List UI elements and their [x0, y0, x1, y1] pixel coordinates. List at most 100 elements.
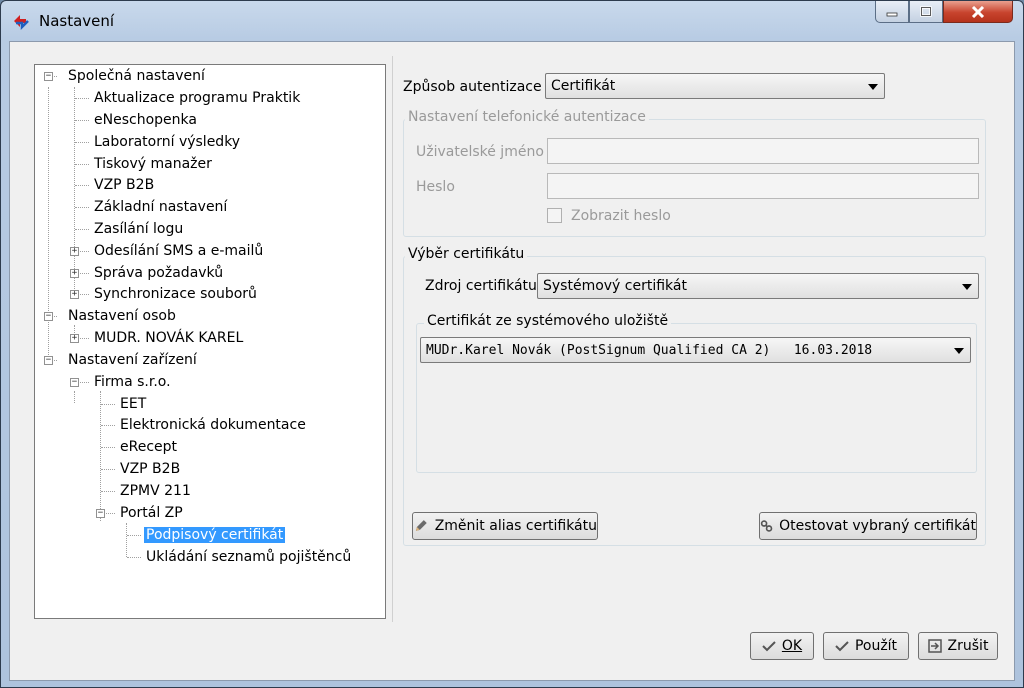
chevron-down-icon [868, 84, 878, 90]
tree-item-label: Aktualizace programu Praktik [94, 90, 301, 106]
username-label: Uživatelské jméno [416, 144, 544, 160]
phone-auth-group-title: Nastavení telefonické autentizace [405, 109, 649, 125]
tree-item-label: eNeschopenka [94, 112, 197, 128]
tree-item-vzp-b2b-device[interactable]: VZP B2B [120, 459, 180, 479]
settings-tree[interactable]: − + + + − + − − − Společná nastavení Akt… [34, 64, 386, 619]
tree-item-eneschopenka[interactable]: eNeschopenka [94, 110, 197, 130]
settings-window: Nastavení − + + + − + − − − Společná nas… [0, 0, 1024, 688]
change-alias-label: Změnit alias certifikátu [434, 518, 597, 534]
change-alias-button[interactable]: Změnit alias certifikátu [412, 512, 598, 540]
window-title: Nastavení [39, 12, 115, 30]
tree-item-label: Tiskový manažer [94, 156, 212, 172]
cancel-button[interactable]: Zrušit [918, 632, 998, 660]
chevron-down-icon [954, 348, 964, 354]
expand-icon[interactable]: + [70, 334, 79, 343]
tree-item-label: Synchronizace souborů [94, 286, 257, 302]
tree-item-nastaveni-osob[interactable]: Nastavení osob [68, 306, 176, 326]
tree-item-eet[interactable]: EET [120, 394, 146, 414]
collapse-icon[interactable]: − [44, 312, 53, 321]
checkmark-icon [835, 641, 849, 652]
tree-item-zasilani-logu[interactable]: Zasílání logu [94, 219, 183, 239]
expand-icon[interactable]: + [70, 290, 79, 299]
apply-label: Použít [854, 638, 898, 654]
title-bar[interactable]: Nastavení [1, 1, 1023, 41]
certificate-icon [760, 520, 773, 532]
tree-item-label: VZP B2B [120, 461, 181, 477]
close-button[interactable] [943, 1, 1013, 23]
auth-method-select[interactable]: Certifikát [545, 73, 885, 99]
tree-item-label: MUDR. NOVÁK KAREL [94, 330, 244, 346]
expand-icon[interactable]: + [70, 247, 79, 256]
tree-item-label: Firma s.r.o. [94, 374, 171, 390]
expand-icon[interactable]: + [70, 269, 79, 278]
tree-item-spolecna-nastaveni[interactable]: Společná nastavení [68, 66, 205, 86]
cancel-label: Zrušit [947, 638, 989, 654]
certificate-settings-panel: Způsob autentizace Certifikát Nastavení … [392, 56, 997, 622]
tree-item-zpmv[interactable]: ZPMV 211 [120, 481, 191, 501]
app-icon [14, 15, 29, 31]
collapse-icon[interactable]: − [44, 72, 53, 81]
system-store-group-title: Certifikát ze systémového uložiště [424, 313, 672, 329]
apply-button[interactable]: Použít [823, 632, 909, 660]
tree-item-vzp-b2b[interactable]: VZP B2B [94, 175, 154, 195]
tree-item-firma[interactable]: Firma s.r.o. [94, 372, 171, 392]
minimize-button[interactable] [875, 1, 909, 23]
tree-item-odesilani-sms[interactable]: Odesílání SMS a e-mailů [94, 241, 263, 261]
tree-item-synchronizace[interactable]: Synchronizace souborů [94, 284, 257, 304]
tree-item-label: Základní nastavení [94, 199, 228, 215]
tree-item-label: Ukládání seznamů pojištěnců [146, 549, 352, 565]
test-certificate-button[interactable]: Otestovat vybraný certifikát [759, 512, 977, 540]
system-store-group: Certifikát ze systémového uložiště MUDr.… [416, 313, 977, 473]
maximize-button[interactable] [909, 1, 943, 23]
tree-item-label: Správa požadavků [94, 265, 224, 281]
test-certificate-label: Otestovat vybraný certifikát [779, 518, 976, 534]
tree-item-nastaveni-zarizeni[interactable]: Nastavení zařízení [68, 350, 197, 370]
collapse-icon[interactable]: − [44, 356, 53, 365]
tree-item-sprava-pozadavku[interactable]: Správa požadavků [94, 263, 223, 283]
show-password-checkbox[interactable] [547, 208, 562, 223]
tree-item-erecept[interactable]: eRecept [120, 437, 177, 457]
auth-method-label: Způsob autentizace [403, 79, 542, 95]
cert-source-label: Zdroj certifikátu [425, 278, 537, 294]
pencil-icon [415, 520, 427, 531]
maximize-icon [920, 6, 932, 17]
system-store-select[interactable]: MUDr.Karel Novák (PostSignum Qualified C… [420, 337, 971, 363]
show-password-label: Zobrazit heslo [571, 208, 671, 224]
collapse-icon[interactable]: − [70, 378, 79, 387]
tree-item-podpisovy-certifikat[interactable]: Podpisový certifikát [144, 525, 286, 545]
close-icon [971, 5, 985, 18]
tree-item-tiskovy-manazer[interactable]: Tiskový manažer [94, 154, 212, 174]
system-store-value: MUDr.Karel Novák (PostSignum Qualified C… [426, 343, 873, 358]
ok-label: OK [781, 638, 803, 654]
auth-method-value: Certifikát [551, 78, 616, 94]
tree-item-label: Portál ZP [120, 505, 183, 521]
username-input[interactable] [547, 138, 979, 164]
password-input[interactable] [547, 173, 979, 199]
minimize-icon [886, 12, 898, 16]
tree-item-label: Zasílání logu [94, 221, 184, 237]
tree-item-aktualizace[interactable]: Aktualizace programu Praktik [94, 88, 300, 108]
tree-item-label: EET [120, 396, 147, 412]
chevron-down-icon [962, 284, 972, 290]
checkmark-icon [762, 641, 776, 652]
ok-button[interactable]: OK [750, 632, 814, 660]
tree-item-portal-zp[interactable]: Portál ZP [120, 503, 183, 523]
tree-item-label: Nastavení osob [68, 308, 176, 324]
cert-source-value: Systémový certifikát [543, 278, 687, 294]
tree-item-laboratorni-vysledky[interactable]: Laboratorní výsledky [94, 132, 240, 152]
certificate-selection-group: Výběr certifikátu Zdroj certifikátu Syst… [403, 246, 986, 546]
collapse-icon[interactable]: − [96, 509, 105, 518]
tree-item-mudr-novak[interactable]: MUDR. NOVÁK KAREL [94, 328, 243, 348]
certificate-group-title: Výběr certifikátu [405, 246, 528, 262]
tree-item-label: Nastavení zařízení [68, 352, 197, 368]
tree-item-label: ZPMV 211 [120, 483, 191, 499]
tree-item-ukladani-seznamu[interactable]: Ukládání seznamů pojištěnců [146, 547, 351, 567]
tree-item-label: Odesílání SMS a e-mailů [94, 243, 264, 259]
tree-item-label: VZP B2B [94, 177, 155, 193]
tree-item-elektronicka-dokumentace[interactable]: Elektronická dokumentace [120, 415, 306, 435]
cert-source-select[interactable]: Systémový certifikát [537, 273, 979, 299]
tree-item-label: Podpisový certifikát [144, 527, 286, 543]
exit-icon [927, 639, 942, 653]
password-label: Heslo [416, 179, 455, 195]
tree-item-zakladni-nastaveni[interactable]: Základní nastavení [94, 197, 227, 217]
